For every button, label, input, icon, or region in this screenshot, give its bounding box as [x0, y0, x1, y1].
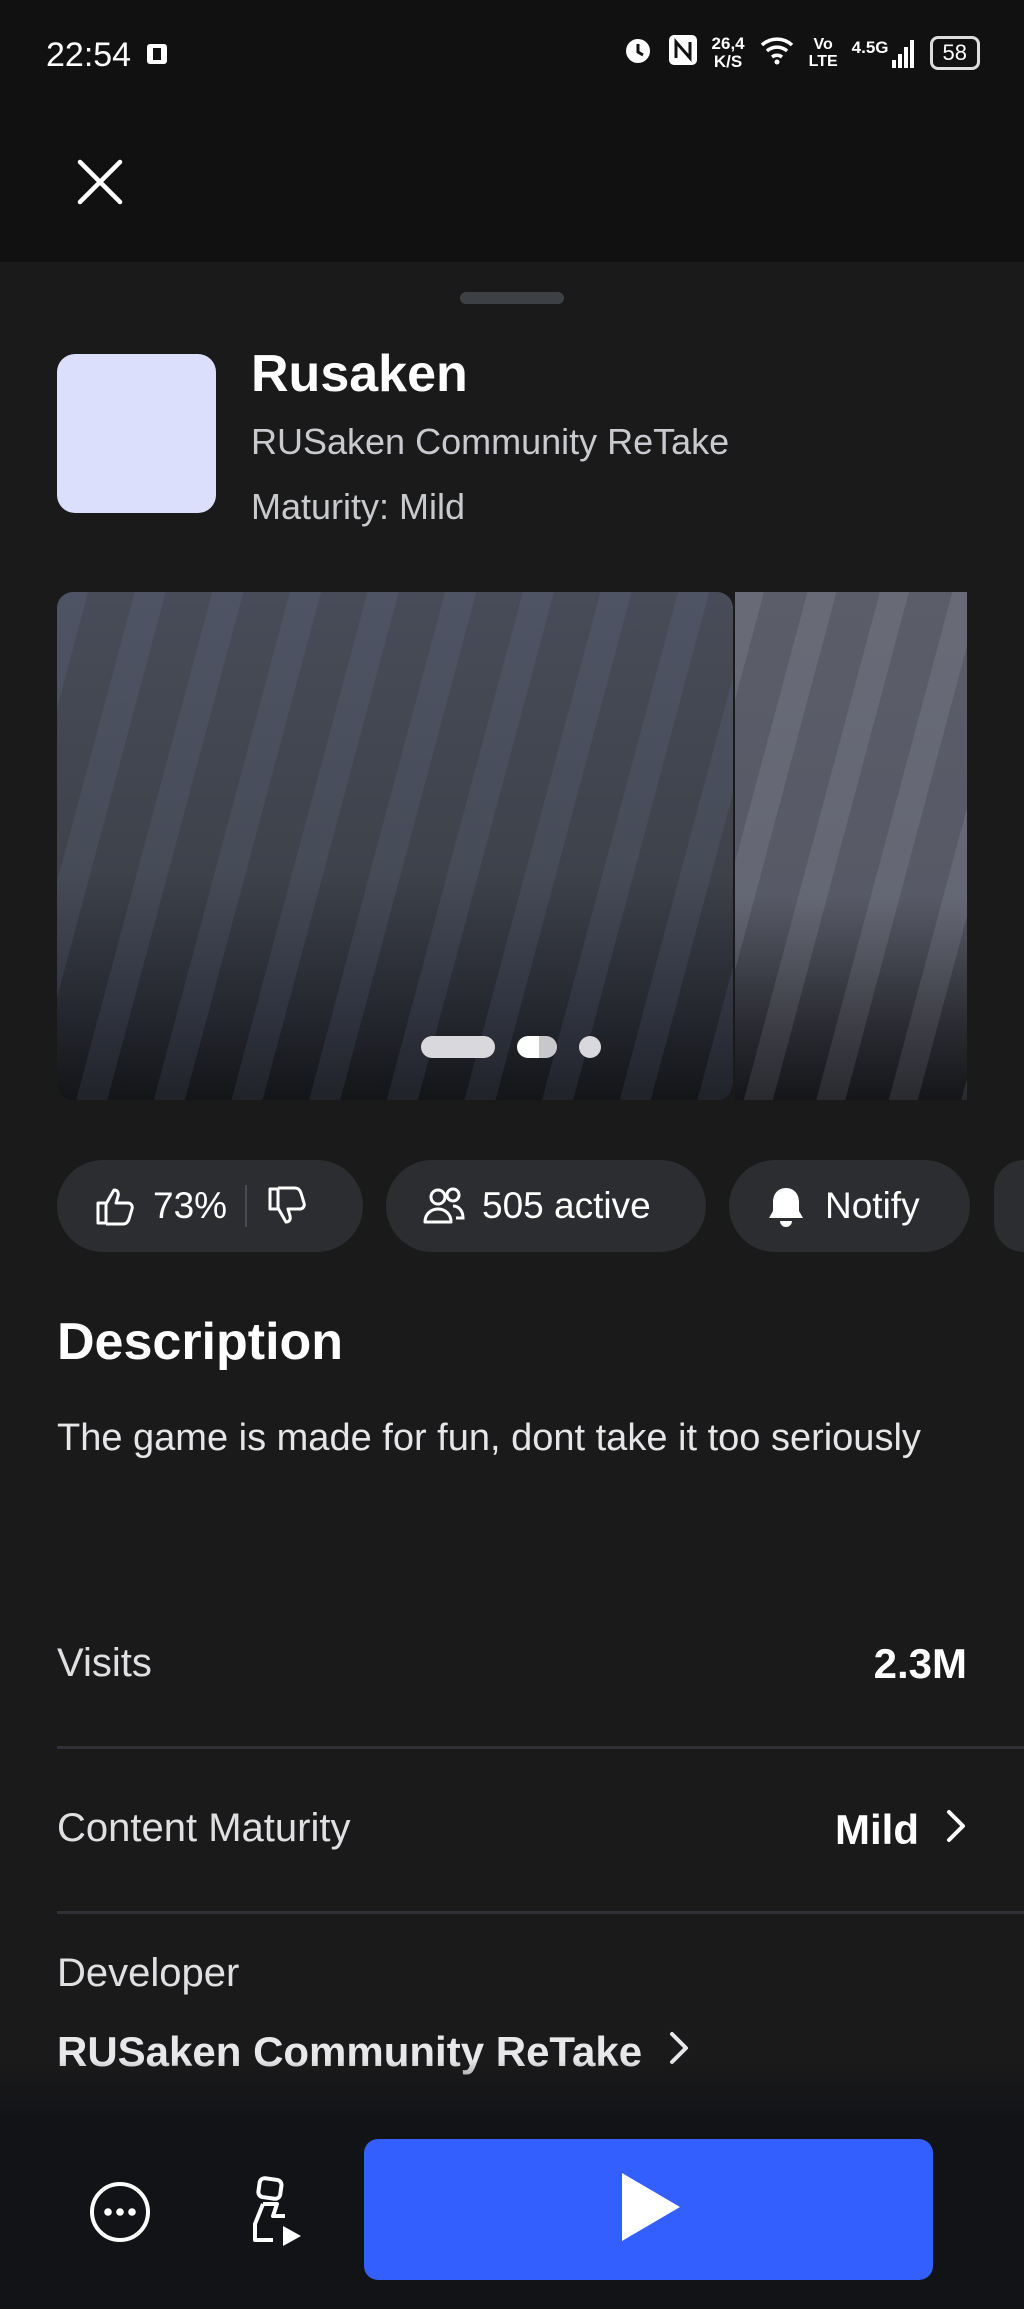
game-maturity: Maturity: Mild	[251, 486, 466, 527]
network-speed: 26,4 K/S	[712, 35, 745, 71]
visits-value: 2.3M	[874, 1640, 967, 1688]
more-icon[interactable]	[88, 2180, 152, 2249]
sheet-drag-handle[interactable]	[460, 292, 564, 304]
notification-icon	[145, 42, 171, 71]
content-maturity-value: Mild	[835, 1806, 919, 1853]
chevron-right-icon	[945, 1806, 967, 1854]
rating-chip: 73%	[57, 1160, 363, 1252]
volte-bottom: LTE	[808, 53, 838, 70]
volte-indicator: Vo LTE	[809, 36, 838, 70]
play-button[interactable]	[364, 2139, 933, 2280]
visits-label: Visits	[57, 1641, 152, 1685]
description-heading: Description	[57, 1313, 344, 1371]
visits-count: 2.3M	[873, 1640, 967, 1687]
chip-divider	[245, 1185, 248, 1227]
notify-label: Notify	[825, 1185, 920, 1226]
description-text: The game is made for fun, dont take it t…	[57, 1417, 921, 1459]
volte-top: Vo	[813, 36, 833, 53]
status-icons: 26,4 K/S Vo LTE 4.5G 58	[622, 34, 980, 72]
signal-icon	[891, 40, 914, 68]
battery-indicator: 58	[929, 36, 980, 70]
play-icon	[614, 2169, 684, 2250]
content-maturity-label: Content Maturity	[57, 1806, 351, 1850]
row-divider	[57, 1911, 1024, 1914]
users-icon	[422, 1184, 466, 1228]
active-count: 505 active	[482, 1185, 651, 1226]
active-players-chip: 505 active	[386, 1160, 706, 1252]
content-maturity-row[interactable]: Mild	[835, 1806, 967, 1854]
alarm-icon	[622, 34, 654, 72]
thumbs-up-icon[interactable]	[93, 1184, 137, 1228]
bottom-fade	[0, 2060, 1024, 2120]
game-details-sheet	[0, 262, 1024, 2309]
carousel-dot	[421, 1036, 495, 1058]
signal-indicator: 4.5G	[852, 38, 916, 68]
rating-percent: 73%	[153, 1185, 228, 1226]
nfc-icon	[668, 34, 698, 72]
status-bar: 22:54 26,4 K/S Vo LTE 4.5G 58	[0, 0, 1024, 112]
carousel-dot	[579, 1036, 601, 1058]
game-title: Rusaken	[251, 345, 468, 403]
game-icon	[57, 354, 216, 513]
wifi-icon	[759, 35, 795, 71]
carousel-indicator	[421, 1036, 601, 1058]
top-bar	[0, 112, 1024, 262]
status-time: 22:54	[46, 36, 132, 74]
bell-icon	[765, 1184, 807, 1228]
carousel-dot-active	[517, 1036, 557, 1058]
notify-button[interactable]: Notify	[729, 1160, 970, 1252]
thumbs-down-icon[interactable]	[265, 1184, 309, 1228]
screenshot-slide[interactable]	[57, 592, 733, 1100]
network-type: 4.5G	[851, 38, 889, 57]
network-speed-unit: K/S	[713, 52, 743, 71]
row-divider	[57, 1746, 1024, 1749]
screenshot-slide-next[interactable]	[735, 592, 967, 1100]
game-creator[interactable]: RUSaken Community ReTake	[251, 421, 729, 463]
network-speed-value: 26,4	[711, 34, 745, 53]
avatar-icon[interactable]	[243, 2176, 313, 2251]
close-icon[interactable]	[74, 156, 126, 208]
more-chip[interactable]	[994, 1160, 1024, 1252]
developer-label: Developer	[57, 1951, 240, 1995]
